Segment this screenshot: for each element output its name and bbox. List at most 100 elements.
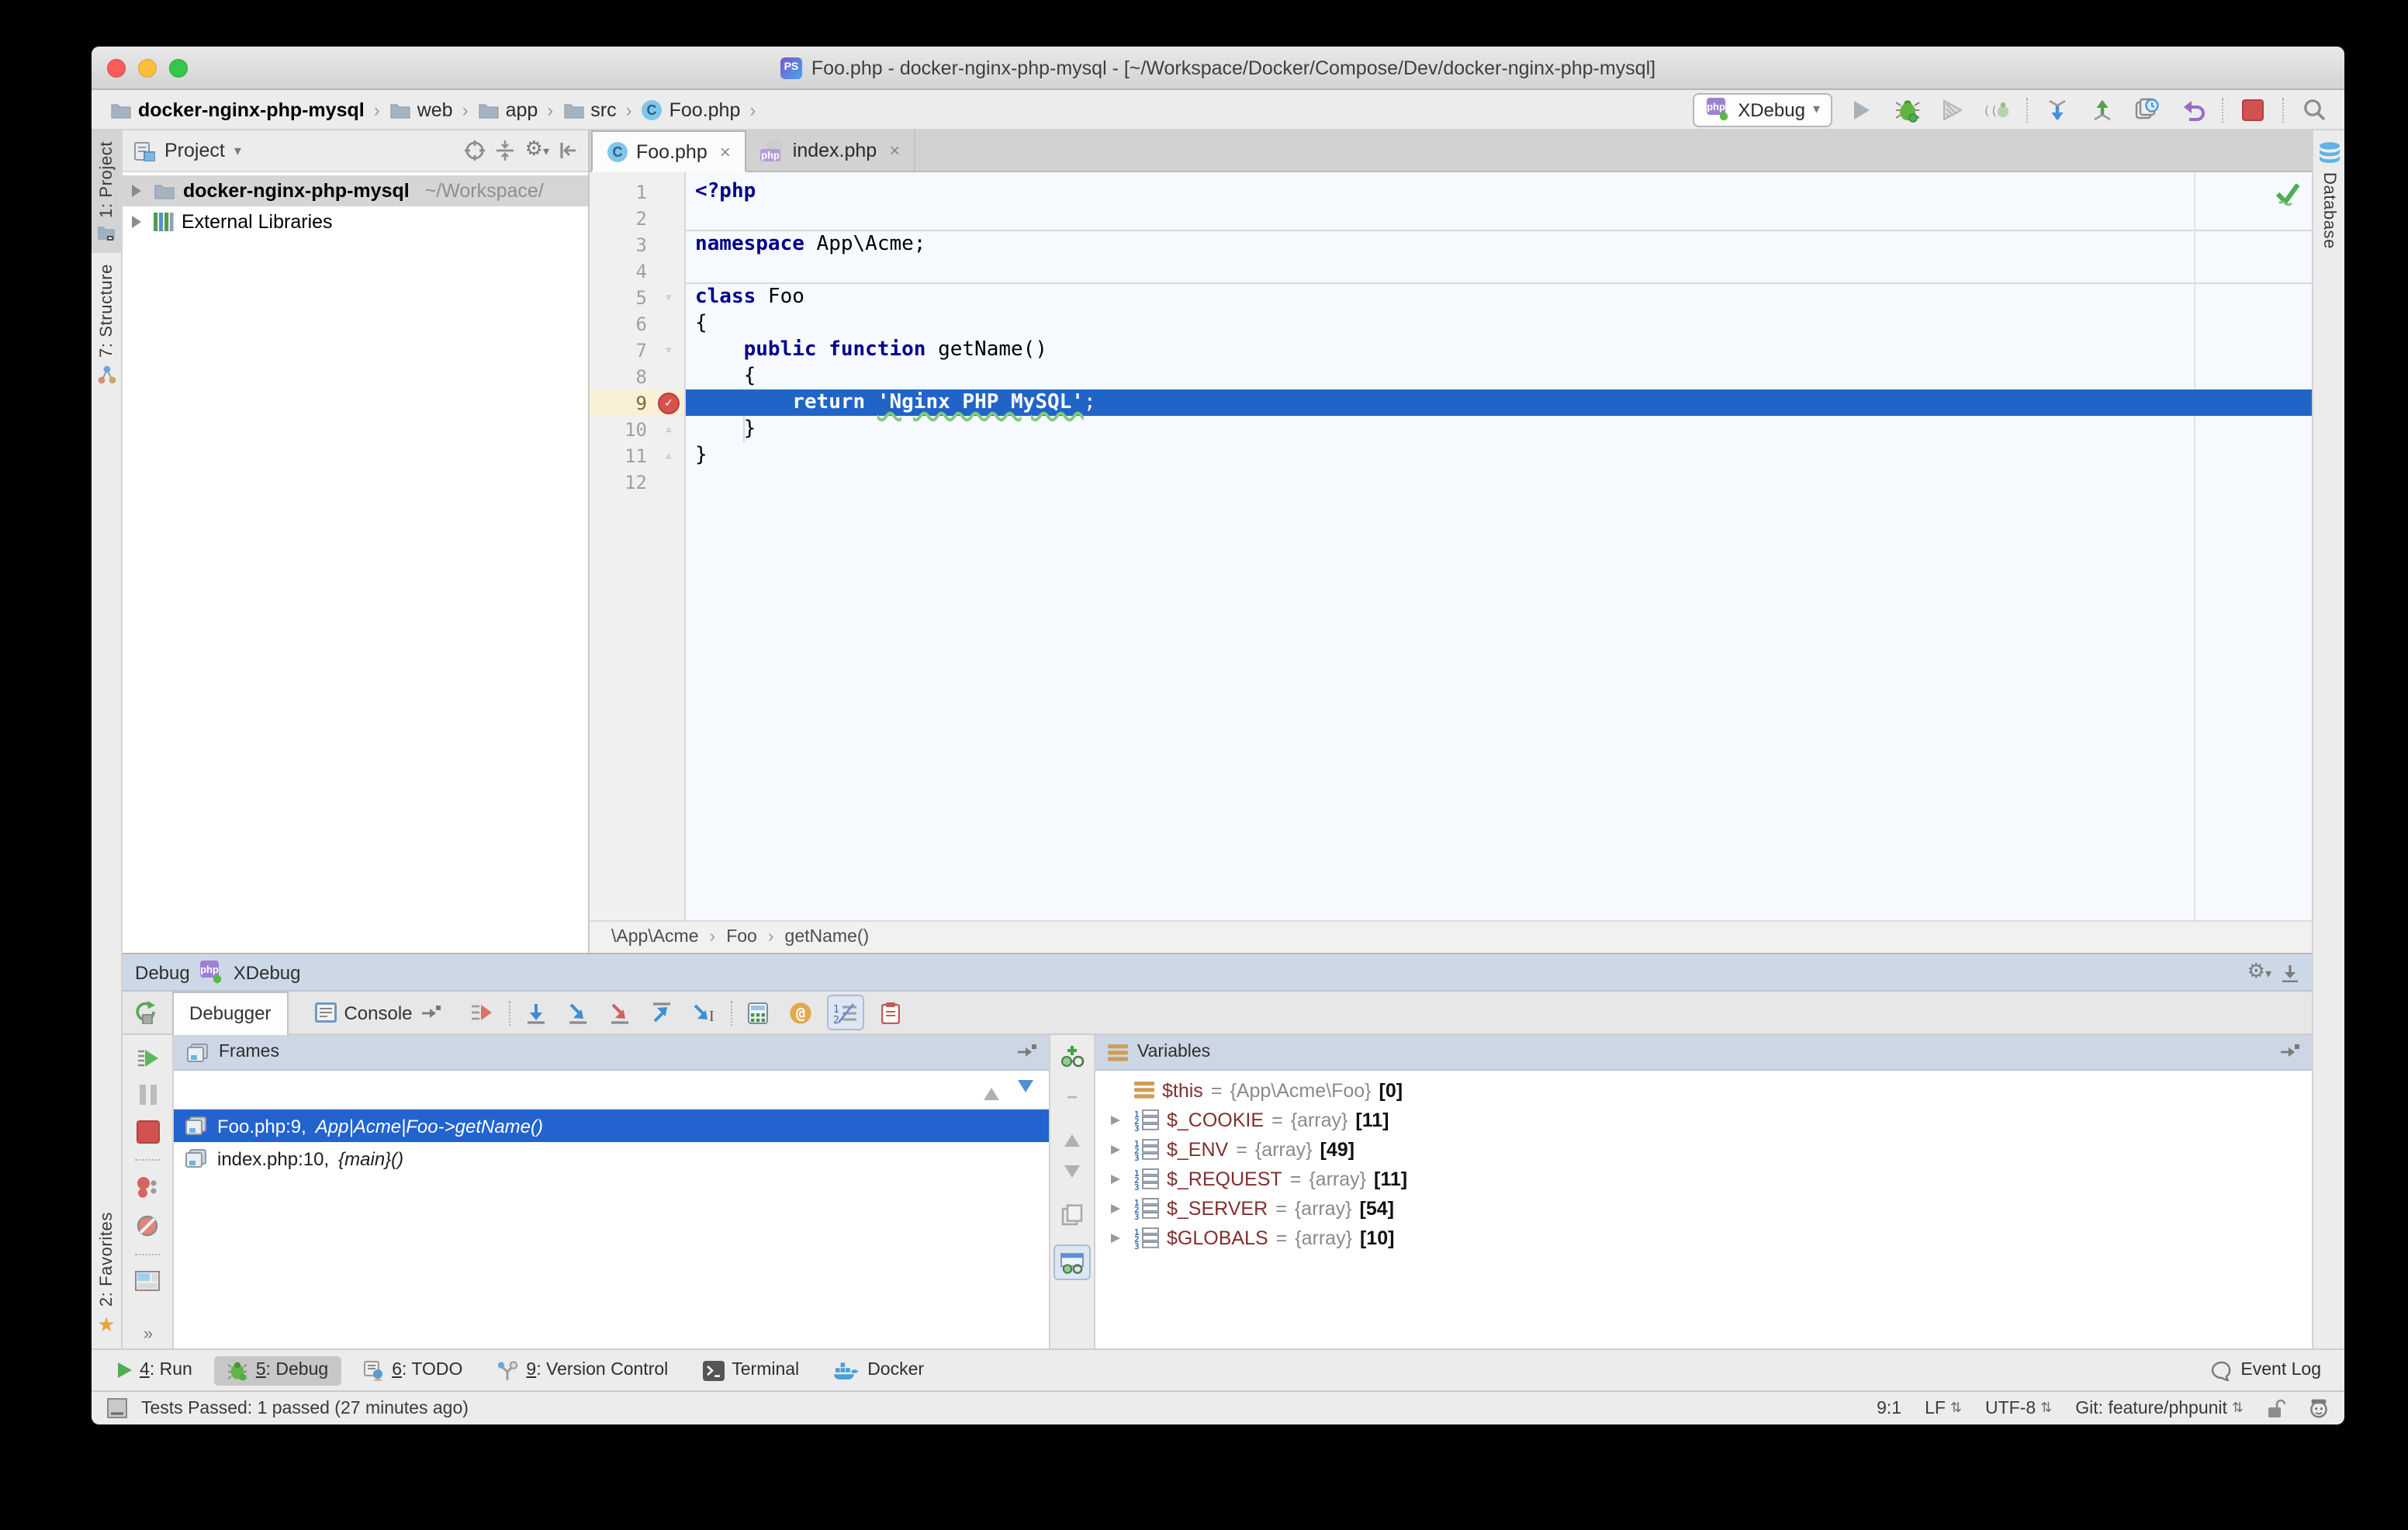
toolwindow-toggle-icon[interactable] <box>107 1398 127 1418</box>
next-frame-button[interactable] <box>1018 1079 1033 1099</box>
variable-row[interactable]: $this = {App\Acme\Foo} [0] <box>1095 1075 2312 1105</box>
gutter-line-2[interactable]: 2 <box>590 205 684 231</box>
show-values-inline-toggle[interactable]: 12 <box>827 995 864 1030</box>
code-line-11[interactable]: } <box>686 442 2312 469</box>
gutter-line-12[interactable]: 12 <box>590 469 684 495</box>
commit-changes-button[interactable] <box>2087 94 2118 125</box>
chevron-down-icon[interactable]: ▾ <box>234 142 241 159</box>
close-window-button[interactable] <box>107 59 126 78</box>
code-line-12[interactable]: ​ <box>686 469 2312 495</box>
toolwindow-tab--version-control[interactable]: 9: Version Control <box>484 1355 680 1385</box>
hide-panel-button[interactable] <box>559 141 577 160</box>
status-message[interactable]: Tests Passed: 1 passed (27 minutes ago) <box>141 1399 469 1418</box>
gutter-line-5[interactable]: 5▿ <box>590 284 684 310</box>
gear-icon[interactable]: ⚙▾ <box>525 149 549 152</box>
code-line-8[interactable]: { <box>686 363 2312 389</box>
editor-tab-index-php[interactable]: phpindex.php× <box>746 130 915 171</box>
highlighting-level-icon[interactable] <box>2309 1398 2329 1418</box>
gutter-line-8[interactable]: 8 <box>590 363 684 389</box>
code-line-6[interactable]: { <box>686 310 2312 337</box>
resume-button[interactable] <box>136 1047 159 1069</box>
editor-tab-foo-php[interactable]: CFoo.php× <box>591 130 746 172</box>
pause-button[interactable] <box>139 1085 156 1105</box>
move-watch-down-button[interactable] <box>1064 1165 1080 1186</box>
gutter-line-4[interactable]: 4 <box>590 258 684 284</box>
toolwindow-tab--run[interactable]: 4: Run <box>106 1356 205 1384</box>
stack-frame-row[interactable]: index.php:10, {main}() <box>174 1142 1049 1175</box>
breadcrumb-item[interactable]: docker-nginx-php-mysql <box>107 97 368 122</box>
collapse-all-button[interactable] <box>496 140 516 161</box>
show-execution-point-button[interactable] <box>467 997 498 1028</box>
run-with-coverage-button[interactable] <box>1936 94 1967 125</box>
run-button[interactable] <box>1846 94 1877 125</box>
code-line-10[interactable]: } <box>686 416 2312 442</box>
expand-chevron-icon[interactable] <box>1111 1144 1126 1154</box>
gutter-line-3[interactable]: 3 <box>590 231 684 258</box>
gutter-line-1[interactable]: 1 <box>590 178 684 205</box>
editor-breadcrumb-item[interactable]: \App\Acme <box>611 928 699 947</box>
fold-marker-icon[interactable]: ▵ <box>653 442 684 469</box>
breakpoint-icon[interactable]: ✓ <box>653 389 684 416</box>
variable-row[interactable]: 123$_SERVER = {array} [54] <box>1095 1193 2312 1223</box>
expand-chevron-icon[interactable] <box>132 216 147 228</box>
toolwindow-tab--todo[interactable]: 6: TODO <box>350 1355 475 1385</box>
code-viewport[interactable]: <?php​namespace App\Acme;​class Foo{ pub… <box>686 172 2312 920</box>
view-breakpoints-button[interactable] <box>135 1176 160 1198</box>
title-bar[interactable]: PS Foo.php - docker-nginx-php-mysql - [~… <box>92 47 2344 90</box>
expand-chevron-icon[interactable] <box>1111 1115 1126 1124</box>
toolwindow-button-project[interactable]: 1: Project <box>92 130 123 254</box>
close-tab-icon[interactable]: × <box>889 140 900 161</box>
hide-debug-panel-button[interactable] <box>2281 963 2299 981</box>
rollback-button[interactable] <box>2177 94 2208 125</box>
step-out-button[interactable] <box>647 997 678 1028</box>
breakpoint-verified-icon[interactable]: ✓ <box>658 392 680 414</box>
code-line-5[interactable]: class Foo <box>686 284 2312 310</box>
project-tree-item[interactable]: External Libraries <box>123 206 588 237</box>
evaluate-expression-button[interactable] <box>743 997 774 1028</box>
gutter-line-9[interactable]: 9✓ <box>590 389 684 416</box>
variables-panel-options-icon[interactable] <box>2279 1044 2299 1060</box>
code-line-1[interactable]: <?php <box>686 178 2312 205</box>
toolwindow-button-structure[interactable]: 7: Structure <box>92 254 123 396</box>
quick-evaluate-icon[interactable]: @ <box>785 997 816 1028</box>
code-line-4[interactable]: ​ <box>686 258 2312 284</box>
breadcrumb-item[interactable]: CFoo.php <box>638 97 744 122</box>
gutter-line-6[interactable]: 6 <box>590 310 684 337</box>
restore-layout-button[interactable] <box>135 1271 160 1291</box>
variable-row[interactable]: 123$_ENV = {array} [49] <box>1095 1134 2312 1164</box>
readonly-lock-icon[interactable] <box>2267 1398 2285 1418</box>
remove-watch-button[interactable]: − <box>1067 1086 1078 1108</box>
breadcrumb-item[interactable]: src <box>559 97 619 122</box>
project-tree-item[interactable]: docker-nginx-php-mysql~/Workspace/ <box>123 175 588 206</box>
editor[interactable]: 12345▿67▿89✓10▵11▵12 <?php​namespace App… <box>590 172 2312 920</box>
variable-row[interactable]: 123$_REQUEST = {array} [11] <box>1095 1164 2312 1193</box>
toolwindow-tab--debug[interactable]: 5: Debug <box>214 1355 341 1385</box>
toolwindow-button-favorites[interactable]: 2: Favorites ★ <box>92 1201 123 1348</box>
variable-row[interactable]: 123$_COOKIE = {array} [11] <box>1095 1105 2312 1134</box>
editor-breadcrumb-item[interactable]: Foo <box>726 928 757 947</box>
code-line-2[interactable]: ​ <box>686 205 2312 231</box>
copy-icon[interactable] <box>1061 1204 1083 1226</box>
editor-gutter[interactable]: 12345▿67▿89✓10▵11▵12 <box>590 172 686 920</box>
add-watch-button[interactable] <box>1059 1044 1085 1068</box>
fold-marker-icon[interactable]: ▿ <box>653 284 684 310</box>
search-everywhere-icon[interactable] <box>2298 94 2329 125</box>
caret-position-widget[interactable]: 9:1 <box>1877 1399 1901 1418</box>
update-project-button[interactable] <box>2042 94 2073 125</box>
expand-chevron-icon[interactable] <box>132 185 147 197</box>
previous-frame-button[interactable] <box>984 1079 999 1099</box>
code-line-7[interactable]: public function getName() <box>686 337 2312 363</box>
tab-debugger[interactable]: Debugger <box>172 991 288 1034</box>
force-step-into-button[interactable] <box>605 997 636 1028</box>
more-actions-button[interactable]: » <box>144 1325 151 1344</box>
inspection-status-icon[interactable] <box>2275 182 2301 206</box>
zoom-window-button[interactable] <box>169 59 188 78</box>
variable-row[interactable]: 123$GLOBALS = {array} [10] <box>1095 1223 2312 1252</box>
code-line-3[interactable]: namespace App\Acme; <box>686 231 2312 258</box>
breadcrumb-item[interactable]: app <box>475 97 541 122</box>
tab-console[interactable]: Console <box>299 992 455 1033</box>
expand-chevron-icon[interactable] <box>1111 1203 1126 1213</box>
show-watches-toggle[interactable] <box>1054 1244 1091 1280</box>
gutter-line-10[interactable]: 10▵ <box>590 416 684 442</box>
stop-button[interactable] <box>2237 94 2268 125</box>
